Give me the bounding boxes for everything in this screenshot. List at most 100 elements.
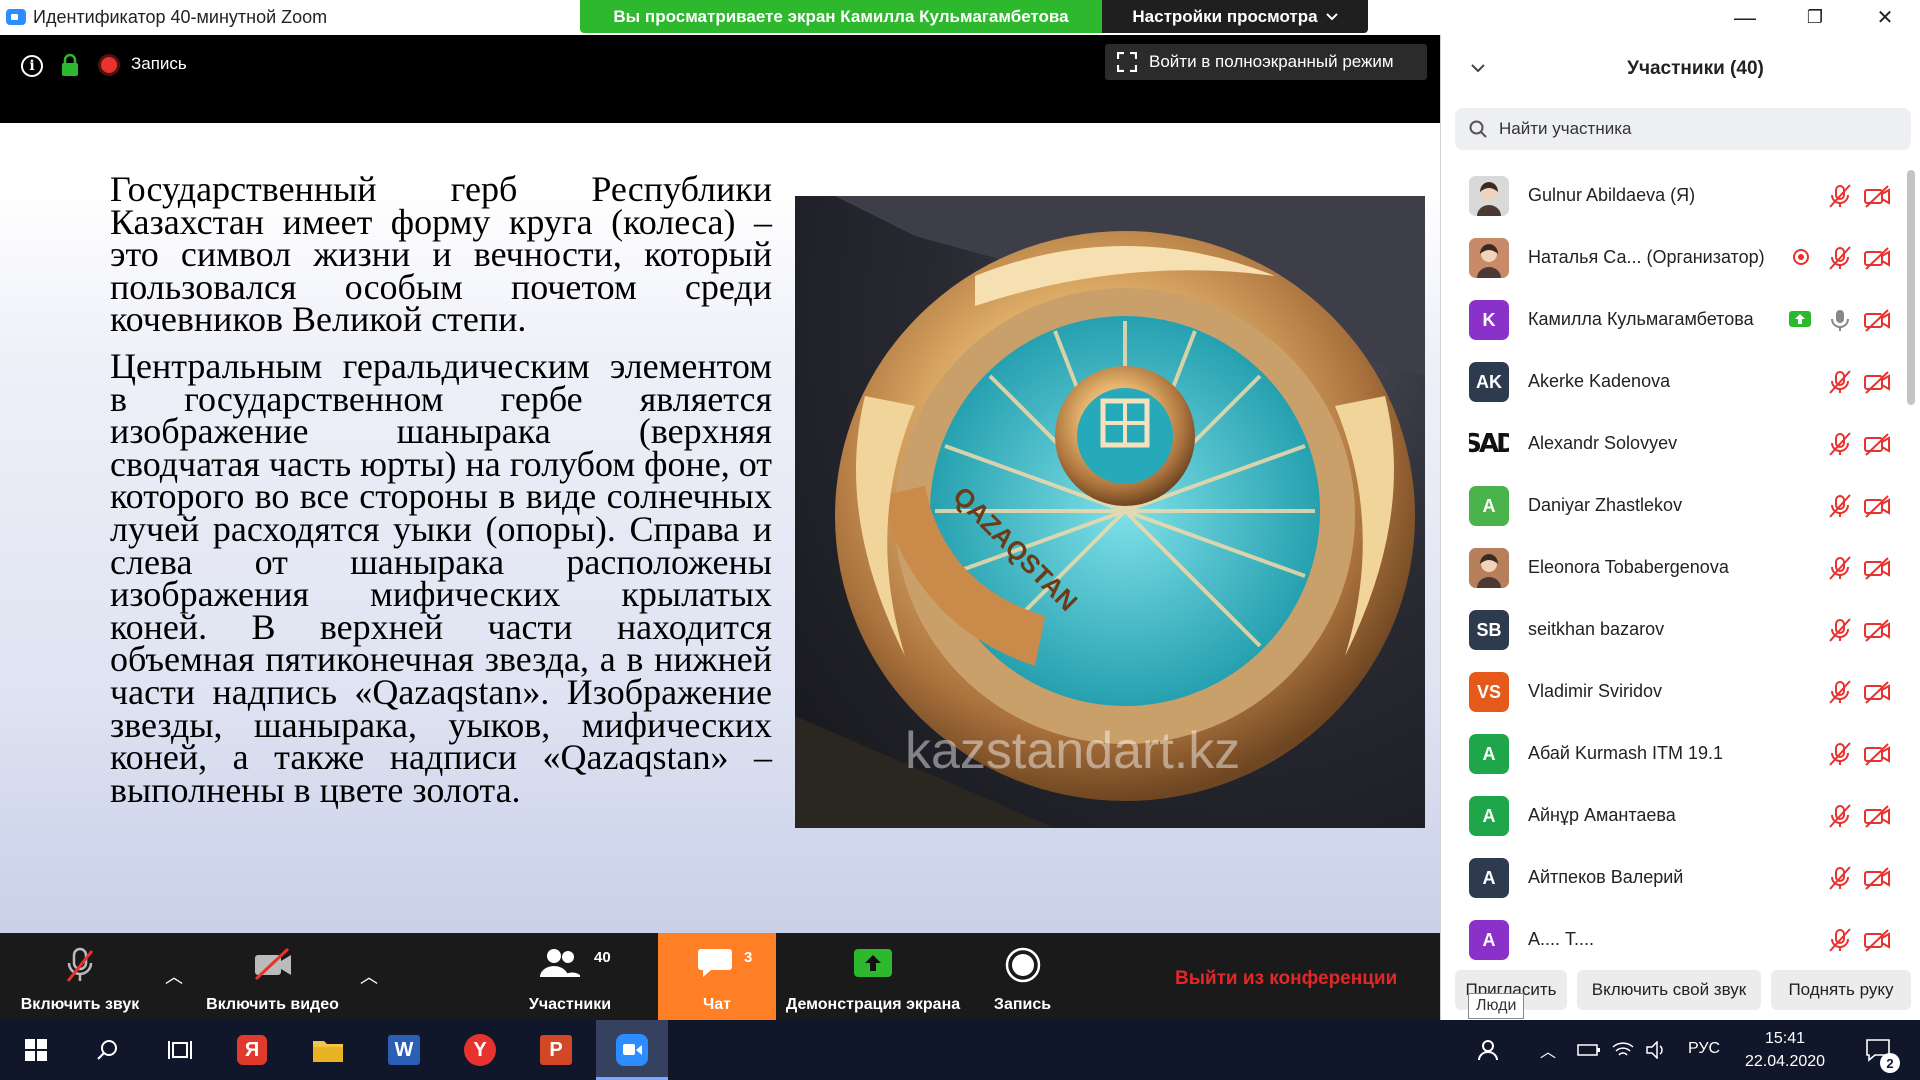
microphone-muted-icon[interactable]: [1827, 617, 1853, 643]
audio-options-caret-icon[interactable]: ︿: [165, 963, 183, 989]
participant-row[interactable]: Eleonora Tobabergenova: [1441, 537, 1909, 599]
microphone-muted-icon[interactable]: [1827, 369, 1853, 395]
microphone-muted-icon[interactable]: [1827, 865, 1853, 891]
microphone-muted-icon[interactable]: [1827, 183, 1853, 209]
watermark: kazstandart.kz: [905, 722, 1241, 780]
video-options-caret-icon[interactable]: ︿: [360, 963, 378, 989]
search-icon[interactable]: [72, 1020, 144, 1080]
participants-scrollbar[interactable]: [1907, 170, 1915, 405]
participant-row[interactable]: K Камилла Кульмагамбетова: [1441, 289, 1909, 351]
unmute-self-button[interactable]: Включить свой звук: [1577, 970, 1761, 1010]
battery-icon[interactable]: [1572, 1020, 1606, 1080]
participant-row[interactable]: A Айнұр Амантаева: [1441, 785, 1909, 847]
microphone-muted-icon[interactable]: [1827, 555, 1853, 581]
camera-off-icon: [254, 947, 291, 981]
yandex-icon[interactable]: Y: [444, 1020, 516, 1080]
file-explorer-icon[interactable]: [292, 1020, 364, 1080]
windows-taskbar: Я W Y P ︿ РУС 15:41 22.04.2020 2: [0, 1020, 1920, 1080]
maximize-button[interactable]: ❐: [1780, 0, 1850, 35]
camera-off-icon[interactable]: [1863, 866, 1891, 890]
microphone-muted-icon[interactable]: [1827, 741, 1853, 767]
view-settings-button[interactable]: Настройки просмотра: [1102, 0, 1368, 33]
participant-row[interactable]: Наталья Са... (Организатор): [1441, 227, 1909, 289]
participant-name: Akerke Kadenova: [1528, 371, 1671, 391]
clock-date: 22.04.2020: [1744, 1053, 1826, 1070]
camera-off-icon[interactable]: [1863, 308, 1891, 332]
fullscreen-button[interactable]: Войти в полноэкранный режим: [1105, 44, 1427, 80]
participant-search[interactable]: [1455, 108, 1911, 150]
microphone-muted-icon[interactable]: [1827, 679, 1853, 705]
microphone-icon[interactable]: [1827, 307, 1853, 333]
volume-icon[interactable]: [1640, 1020, 1674, 1080]
camera-off-icon[interactable]: [1863, 494, 1891, 518]
emblem-photo: QAZAQSTAN kazstandart.kz: [795, 196, 1425, 828]
participant-row[interactable]: A Айтпеков Валерий: [1441, 847, 1909, 909]
camera-off-icon[interactable]: [1863, 184, 1891, 208]
yandex-browser-icon[interactable]: Я: [216, 1020, 288, 1080]
leave-meeting-button[interactable]: Выйти из конференции: [1175, 968, 1397, 990]
slide-paragraph-2: Центральным геральдическим элементом в г…: [110, 345, 772, 810]
chat-count: 3: [744, 949, 753, 966]
wifi-icon[interactable]: [1606, 1020, 1640, 1080]
zoom-taskbar-icon[interactable]: [596, 1020, 668, 1080]
participant-name: Айтпеков Валерий: [1528, 867, 1684, 887]
language-indicator[interactable]: РУС: [1688, 1040, 1720, 1058]
raise-hand-button[interactable]: Поднять руку: [1771, 970, 1911, 1010]
camera-off-icon[interactable]: [1863, 680, 1891, 704]
meeting-toolbar: Включить звук ︿ Включить видео ︿ 40 Учас…: [0, 933, 1440, 1020]
avatar: A: [1469, 486, 1509, 526]
participant-row[interactable]: AK Akerke Kadenova: [1441, 351, 1909, 413]
participants-button[interactable]: 40 Участники: [510, 933, 630, 1020]
camera-off-icon[interactable]: [1863, 246, 1891, 270]
avatar: VS: [1469, 672, 1509, 712]
camera-off-icon[interactable]: [1863, 742, 1891, 766]
avatar: [1469, 238, 1509, 278]
participant-search-input[interactable]: [1499, 119, 1879, 139]
view-settings-label: Настройки просмотра: [1132, 6, 1318, 26]
shared-screen-slide: Государственный герб Республики Казахста…: [0, 123, 1440, 933]
participant-row[interactable]: Gulnur Abildaeva (Я): [1441, 165, 1909, 227]
participants-icon: [540, 949, 580, 977]
camera-off-icon[interactable]: [1863, 556, 1891, 580]
info-icon[interactable]: i: [21, 55, 43, 77]
microphone-muted-icon[interactable]: [1827, 493, 1853, 519]
task-view-icon[interactable]: [144, 1020, 216, 1080]
clock-time: 15:41: [1764, 1030, 1806, 1047]
unmute-label: Включить звук: [20, 996, 140, 1013]
microphone-muted-icon[interactable]: [1827, 245, 1853, 271]
notifications-icon[interactable]: 2: [1848, 1020, 1908, 1080]
avatar: [1469, 176, 1509, 216]
microphone-muted-icon[interactable]: [1827, 431, 1853, 457]
avatar: A: [1469, 920, 1509, 960]
search-icon: [1469, 120, 1487, 138]
close-button[interactable]: ✕: [1850, 0, 1920, 35]
start-video-button[interactable]: Включить видео: [195, 933, 350, 1020]
microphone-muted-icon[interactable]: [1827, 927, 1853, 953]
participant-row[interactable]: SB seitkhan bazarov: [1441, 599, 1909, 661]
participant-row[interactable]: A Daniyar Zhastlekov: [1441, 475, 1909, 537]
word-icon[interactable]: W: [368, 1020, 440, 1080]
powerpoint-icon[interactable]: P: [520, 1020, 592, 1080]
camera-off-icon[interactable]: [1863, 618, 1891, 642]
avatar: AK: [1469, 362, 1509, 402]
camera-off-icon[interactable]: [1863, 804, 1891, 828]
camera-off-icon[interactable]: [1863, 432, 1891, 456]
participant-row[interactable]: VS Vladimir Sviridov: [1441, 661, 1909, 723]
people-icon[interactable]: [1460, 1020, 1520, 1080]
camera-off-icon[interactable]: [1863, 370, 1891, 394]
record-button[interactable]: Запись: [975, 933, 1070, 1020]
microphone-muted-icon[interactable]: [1827, 803, 1853, 829]
share-screen-button[interactable]: Демонстрация экрана: [778, 933, 968, 1020]
chat-button[interactable]: 3 Чат: [658, 933, 776, 1020]
participant-row[interactable]: SAD Alexandr Solovyev: [1441, 413, 1909, 475]
participant-row[interactable]: A Абай Kurmash ITM 19.1: [1441, 723, 1909, 785]
minimize-button[interactable]: —: [1710, 0, 1780, 35]
lock-icon[interactable]: [61, 53, 79, 77]
tray-chevron-icon[interactable]: ︿: [1540, 1038, 1556, 1062]
camera-off-icon[interactable]: [1863, 928, 1891, 952]
windows-start-icon[interactable]: [0, 1020, 72, 1080]
unmute-button[interactable]: Включить звук: [0, 933, 160, 1020]
avatar: A: [1469, 796, 1509, 836]
clock[interactable]: 15:41 22.04.2020: [1740, 1027, 1830, 1073]
avatar: A: [1469, 858, 1509, 898]
